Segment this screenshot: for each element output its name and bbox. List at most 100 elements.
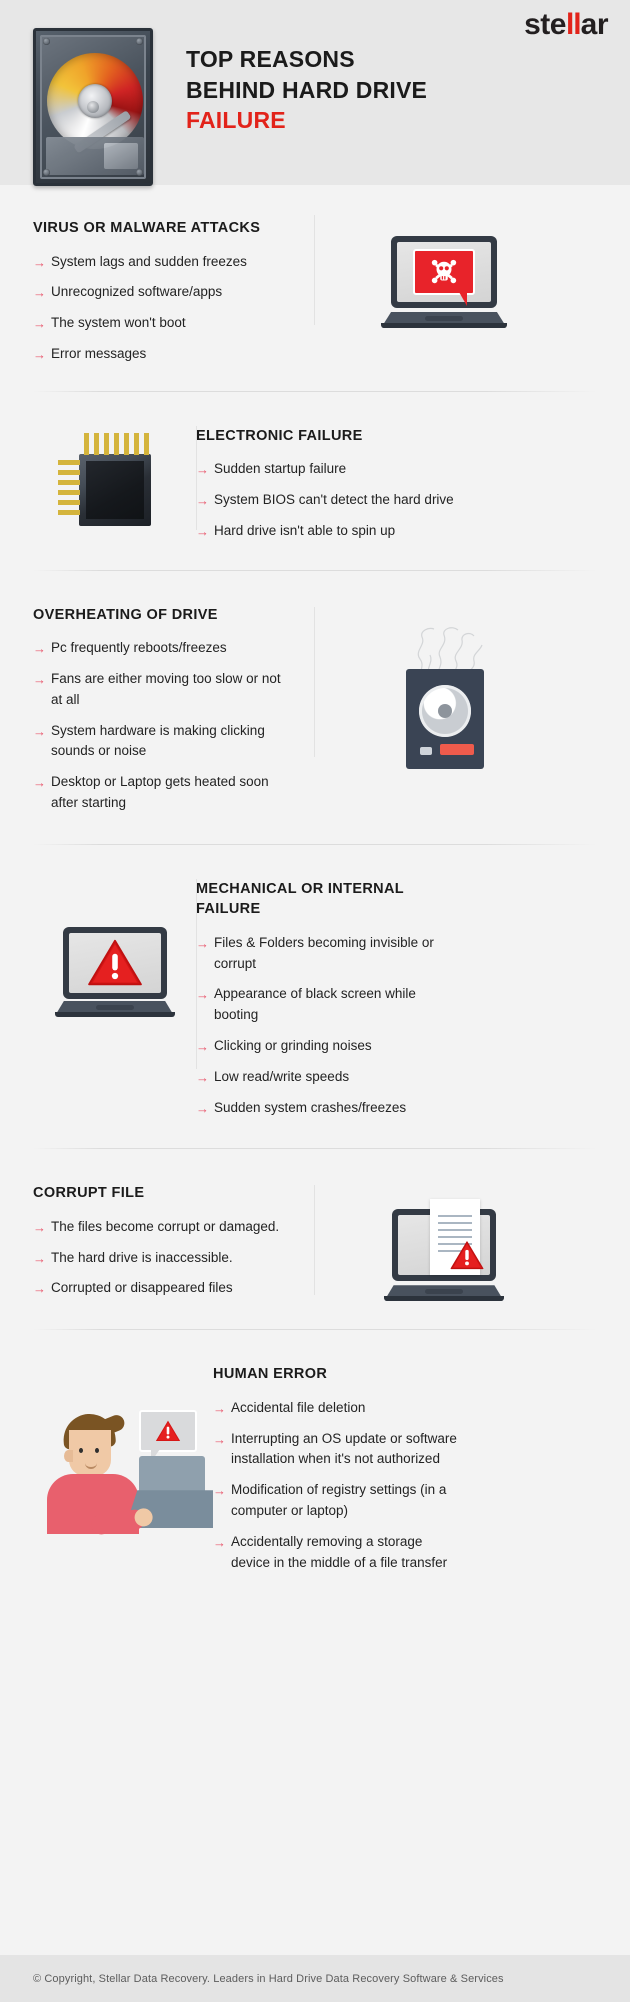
section-human-error-title: HUMAN ERROR — [213, 1366, 328, 1383]
laptop-screen — [398, 1199, 490, 1276]
list-item: → System BIOS can't detect the hard drive — [196, 490, 463, 511]
hard-drive-icon — [33, 28, 153, 186]
column-divider — [314, 215, 315, 325]
person-eye — [95, 1448, 99, 1454]
arrow-right-icon: → — [33, 285, 46, 301]
list-item: → Low read/write speeds — [196, 1067, 463, 1088]
malware-alert-bubble — [413, 249, 475, 306]
list-item-label: Sudden startup failure — [214, 461, 347, 477]
title-line-3: FAILURE — [186, 107, 286, 134]
laptop-screen — [397, 242, 491, 306]
list-item-label: Sudden system crashes/freezes — [214, 1099, 407, 1115]
infographic-page: stellar TOP REASONS BEHIND HARD DRIVE FA… — [0, 0, 630, 2002]
arrow-right-icon: → — [213, 1431, 226, 1447]
document-line — [438, 1215, 472, 1218]
arrow-right-icon: → — [33, 1281, 46, 1297]
smoking-hard-drive-icon — [392, 626, 496, 769]
section-human-error-bullets: → Accidental file deletion → Interrupting … — [213, 1398, 465, 1573]
document-line — [438, 1222, 472, 1225]
section-corrupt-file-art — [291, 1183, 597, 1302]
section-mechanical-title: MECHANICAL OR INTERNAL FAILURE — [196, 880, 404, 918]
page-title: TOP REASONS BEHIND HARD DRIVE FAILURE — [186, 44, 427, 136]
section-mechanical-bullets: → Files & Folders becoming invisible or c… — [196, 933, 463, 1118]
section-virus-title: VIRUS OR MALWARE ATTACKS — [33, 220, 261, 236]
list-item-label: The system won't boot — [51, 315, 186, 331]
list-item: → Clicking or grinding noises — [196, 1036, 463, 1057]
hard-drive-disc — [419, 684, 471, 737]
stellar-logo: stellar — [524, 10, 608, 40]
column-divider — [314, 1185, 315, 1296]
laptop-base-edge — [384, 1296, 504, 1302]
warning-speech-bubble — [139, 1410, 197, 1463]
brand-accent: ll — [565, 8, 582, 41]
section-virus: VIRUS OR MALWARE ATTACKS → System lags an… — [0, 185, 630, 391]
arrow-right-icon: → — [33, 641, 46, 657]
arrow-right-icon: → — [213, 1534, 226, 1550]
screw-icon — [43, 169, 50, 176]
skull-and-crossbones-icon — [431, 259, 457, 284]
list-item-label: Desktop or Laptop gets heated soon after… — [51, 774, 269, 810]
section-mechanical-text: MECHANICAL OR INTERNAL FAILURE → Files & … — [196, 879, 463, 1119]
arrow-right-icon: → — [33, 723, 46, 739]
section-human-error: HUMAN ERROR → Accidental file deletion → I… — [0, 1330, 630, 1607]
list-item: → Pc frequently reboots/freezes — [33, 638, 291, 659]
section-electronic-text: ELECTRONIC FAILURE → Sudden startup failu… — [196, 426, 463, 542]
laptop-with-warning-icon — [54, 926, 175, 1017]
list-item: → Hard drive isn't able to spin up — [196, 521, 463, 542]
list-item: → Corrupted or disappeared files — [33, 1278, 291, 1299]
arrow-right-icon: → — [33, 346, 46, 362]
section-virus-art — [291, 218, 597, 328]
laptop-lid — [62, 926, 167, 999]
list-item: → The hard drive is inaccessible. — [33, 1248, 291, 1269]
arrow-right-icon: → — [33, 671, 46, 687]
list-item-label: System hardware is making clicking sound… — [51, 722, 265, 759]
arrow-right-icon: → — [196, 523, 209, 539]
person-ear — [64, 1450, 73, 1463]
arrow-right-icon: → — [33, 254, 46, 270]
list-item: → Interrupting an OS update or software i… — [213, 1429, 465, 1471]
laptop-with-document-icon — [384, 1199, 504, 1302]
section-electronic-art — [33, 426, 196, 536]
screw-icon — [136, 169, 143, 176]
list-item-label: Accidental file deletion — [231, 1399, 366, 1415]
person-at-laptop-icon — [33, 1408, 213, 1536]
warning-triangle-icon — [87, 939, 142, 985]
list-item-label: Clicking or grinding noises — [214, 1037, 372, 1053]
arrow-right-icon: → — [196, 1100, 209, 1116]
list-item: → Files & Folders becoming invisible or c… — [196, 933, 463, 975]
hard-drive-spindle — [87, 101, 99, 113]
list-item-label: Files & Folders becoming invisible or co… — [214, 934, 434, 971]
list-item: → Appearance of black screen while bootin… — [196, 984, 463, 1026]
list-item-label: Modification of registry settings (in a … — [231, 1482, 447, 1518]
list-item-label: System lags and sudden freezes — [51, 253, 247, 269]
list-item-label: Interrupting an OS update or software in… — [231, 1430, 457, 1467]
header: stellar TOP REASONS BEHIND HARD DRIVE FA… — [0, 0, 630, 186]
list-item-label: The files become corrupt or damaged. — [51, 1218, 280, 1234]
arrow-right-icon: → — [213, 1400, 226, 1416]
section-overheating-bullets: → Pc frequently reboots/freezes → Fans are… — [33, 638, 291, 813]
document-line — [438, 1229, 472, 1232]
section-overheating-art — [291, 605, 597, 769]
person-eye — [79, 1448, 83, 1454]
list-item-label: Accidentally removing a storage device i… — [231, 1533, 448, 1570]
list-item: → Sudden startup failure — [196, 459, 463, 480]
section-virus-bullets: → System lags and sudden freezes → Unrecog… — [33, 252, 291, 365]
arrow-right-icon: → — [213, 1483, 226, 1499]
list-item: → Sudden system crashes/freezes — [196, 1098, 463, 1119]
laptop-screen — [68, 932, 161, 993]
brand-suffix: ar — [580, 8, 609, 41]
arrow-right-icon: → — [196, 462, 209, 478]
laptop-with-skull-icon — [381, 236, 507, 328]
list-item-label: System BIOS can't detect the hard drive — [214, 492, 454, 508]
laptop-base-edge — [54, 1011, 175, 1017]
title-line-2: BEHIND HARD DRIVE — [186, 76, 428, 103]
list-item-label: Hard drive isn't able to spin up — [214, 522, 396, 538]
section-human-error-text: HUMAN ERROR → Accidental file deletion → I… — [213, 1364, 465, 1573]
list-item: → Error messages — [33, 344, 291, 365]
arrow-right-icon: → — [196, 987, 209, 1003]
section-corrupt-file-bullets: → The files become corrupt or damaged. → T… — [33, 1217, 291, 1299]
hard-drive-body — [406, 668, 484, 769]
arrow-right-icon: → — [33, 316, 46, 332]
section-electronic-bullets: → Sudden startup failure → System BIOS can… — [196, 459, 463, 541]
copyright-text: © Copyright, Stellar Data Recovery. Lead… — [33, 1972, 504, 1985]
